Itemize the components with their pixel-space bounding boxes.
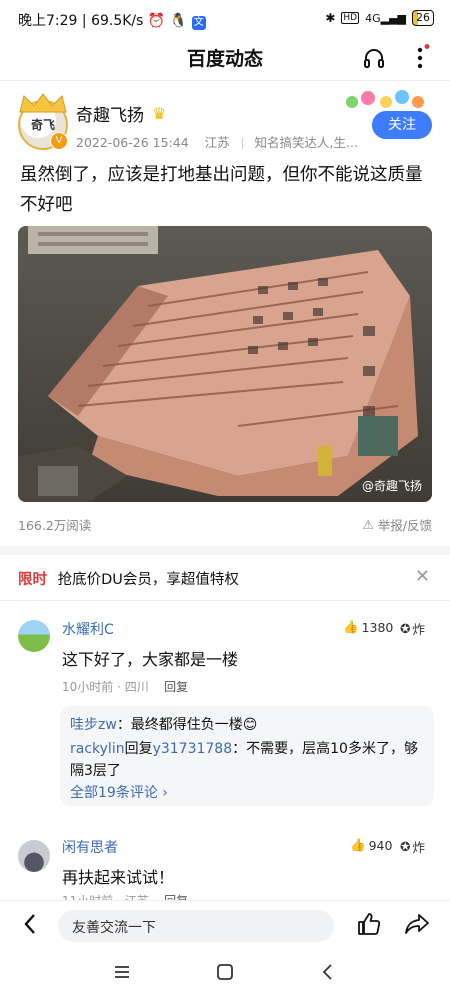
reply-item: rackylin回复y31731788：不需要，层高10多米了，够隔3层了 (70, 738, 430, 782)
promo-tag: 限时 (18, 572, 47, 588)
comment-explode-button[interactable]: ✪ 炸 (400, 837, 425, 856)
reply-user[interactable]: rackylin (70, 741, 125, 757)
thumbs-up-icon: 👍 (350, 837, 366, 852)
close-icon[interactable]: ✕ (415, 566, 430, 587)
explode-label: 炸 (412, 840, 425, 855)
more-vertical-icon[interactable] (410, 44, 430, 72)
post-date: 2022-06-26 15:44 (76, 135, 189, 150)
signal-icon: 4G▂▄▆ (365, 11, 406, 25)
headphone-icon[interactable] (362, 46, 388, 70)
comment-like-button[interactable]: 👍 940 (350, 837, 392, 853)
reply-mid: 回复 (124, 741, 153, 757)
like-count: 940 (368, 837, 393, 853)
report-icon: ⚠ (362, 517, 374, 532)
menu-icon[interactable] (112, 962, 132, 987)
battery-indicator: 26 (412, 10, 434, 26)
share-icon[interactable] (404, 911, 430, 943)
comment-text: 再扶起来试试！ (62, 868, 175, 887)
explode-label: 炸 (412, 622, 425, 637)
post-location: 江苏 (204, 135, 230, 150)
avatar-crown-decoration (19, 93, 67, 113)
status-time: 晚上7:29 (18, 13, 78, 29)
read-count: 166.2万阅读 (18, 518, 92, 533)
verified-badge-icon: V (50, 132, 68, 150)
header-divider (0, 80, 450, 81)
follow-button[interactable]: 关注 (372, 111, 432, 139)
bluetooth-icon: ✱ (325, 11, 336, 25)
back-chevron-icon[interactable] (318, 962, 338, 987)
reply-target-user[interactable]: y31731788 (153, 741, 233, 757)
meta-divider (241, 138, 243, 149)
app-notification-icon: 文 (191, 16, 206, 30)
comment-reply-button[interactable]: 回复 (164, 680, 188, 694)
comment-explode-button[interactable]: ✪ 炸 (400, 619, 425, 638)
post-image[interactable]: @奇趣飞扬 (18, 226, 432, 502)
report-label: 举报/反馈 (377, 518, 432, 533)
vip-crown-icon: ♛ (152, 104, 167, 123)
penguin-icon: 🐧 (169, 13, 188, 29)
alarm-icon: ⏰ (147, 13, 170, 29)
comment-location: 四川 (124, 680, 149, 694)
comment-input-placeholder: 友善交流一下 (72, 920, 156, 936)
promo-divider (0, 600, 450, 601)
comment-user-name[interactable]: 水耀利C (62, 619, 114, 639)
network-speed: 69.5K/s (91, 13, 144, 29)
like-count: 1380 (361, 619, 394, 635)
comment-avatar[interactable] (18, 840, 50, 872)
like-icon[interactable] (356, 911, 382, 943)
status-right: ✱ HD 4G▂▄▆ 26 (325, 10, 434, 26)
reply-item: 哇步zw：最终都得住负一楼😊 (70, 714, 257, 734)
explode-icon: ✪ (400, 839, 411, 854)
back-arrow-icon[interactable] (22, 912, 38, 942)
image-watermark: @奇趣飞扬 (361, 479, 422, 493)
post-text: 虽然倒了，应该是打地基出问题，但你不能说这质量不好吧 (20, 165, 423, 215)
comment-user-name[interactable]: 闲有思者 (62, 837, 118, 857)
status-bar: 晚上7:29 | 69.5K/s ⏰ 🐧 文 ✱ HD 4G▂▄▆ 26 (0, 0, 450, 40)
status-left: 晚上7:29 | 69.5K/s ⏰ 🐧 文 (18, 13, 206, 30)
author-description: 知名搞笑达人,生... (254, 135, 358, 150)
reply-user[interactable]: 哇步zw (70, 717, 117, 733)
promo-banner[interactable]: 限时 抢底价DU会员，享超值特权 (18, 568, 239, 589)
comment-text: 这下好了，大家都是一楼 (62, 650, 239, 669)
author-name[interactable]: 奇趣飞扬 (76, 101, 144, 126)
home-square-icon[interactable] (215, 962, 235, 987)
explode-icon: ✪ (400, 621, 411, 636)
report-button[interactable]: ⚠ 举报/反馈 (363, 515, 432, 534)
section-divider (0, 546, 450, 555)
promo-text: 抢底价DU会员，享超值特权 (57, 572, 239, 588)
reply-preview-box[interactable]: 哇步zw：最终都得住负一楼😊 rackylin回复y31731788：不需要，层… (60, 706, 434, 806)
view-all-replies-link[interactable]: 全部19条评论 › (70, 782, 168, 802)
thumbs-up-icon: 👍 (343, 619, 359, 634)
comment-time: 10小时前 (62, 680, 114, 694)
comment-avatar[interactable] (18, 620, 50, 652)
collapsed-building-image (18, 226, 432, 502)
comment-meta: 10小时前 · 四川 回复 (62, 680, 189, 694)
author-meta: 2022-06-26 15:44 江苏 知名搞笑达人,生... (76, 132, 358, 151)
reply-text: ：最终都得住负一楼😊 (116, 717, 258, 733)
hd-icon: HD (341, 12, 360, 24)
comment-like-button[interactable]: 👍 1380 (343, 619, 393, 635)
